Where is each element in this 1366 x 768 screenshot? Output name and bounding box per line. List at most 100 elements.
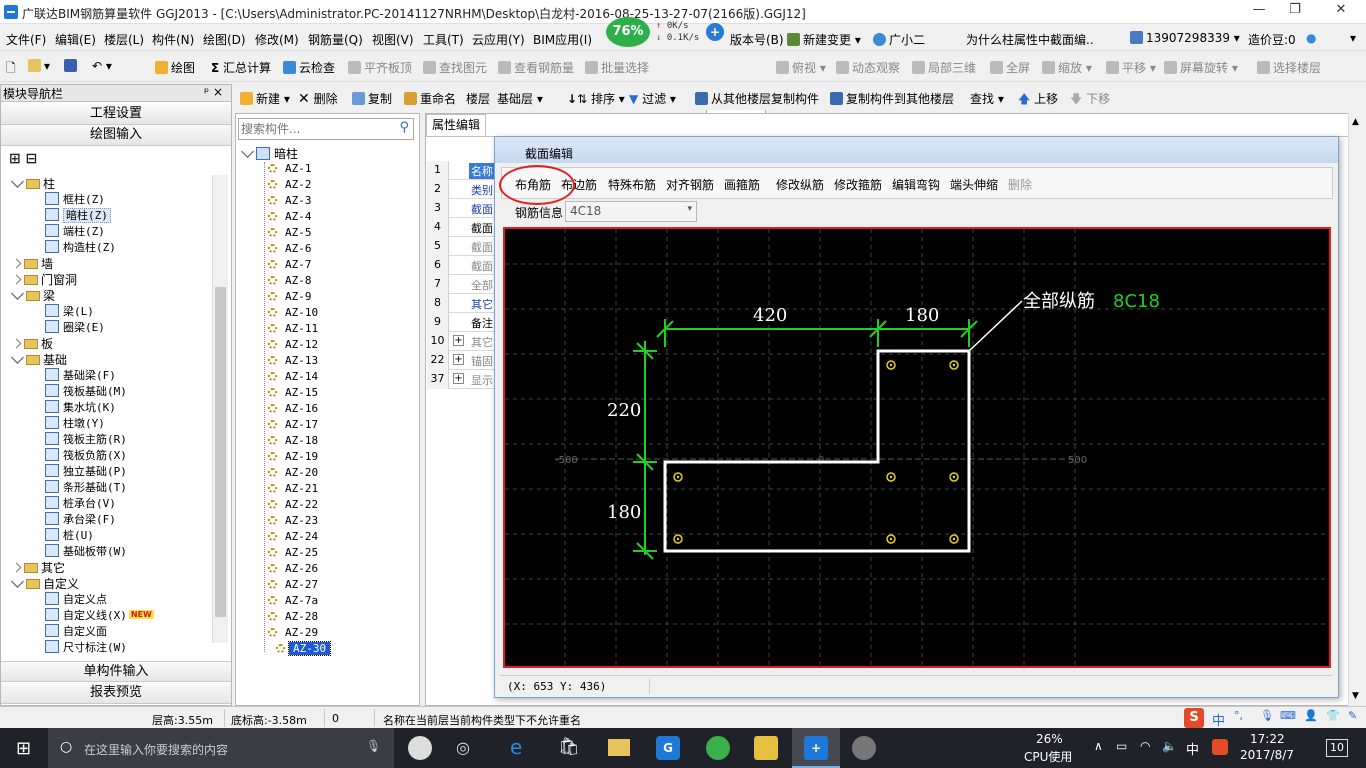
new-change-menu[interactable]: 新建变更 ▾ xyxy=(787,31,861,48)
property-row[interactable]: 9 备注 xyxy=(427,313,497,332)
component-list-item[interactable]: AZ-5 xyxy=(268,226,312,239)
coins-balance[interactable]: 造价豆:0 xyxy=(1248,31,1296,48)
rotate-screen-button[interactable]: 屏幕旋转 ▾ xyxy=(1164,59,1238,76)
collapse-arrow-icon[interactable] xyxy=(11,338,22,349)
menu-component[interactable]: 构件(N) xyxy=(152,31,194,48)
user-phone[interactable]: 13907298339 ▾ xyxy=(1130,31,1240,45)
store-icon[interactable]: 🛍 xyxy=(558,737,580,757)
property-tab[interactable]: 属性编辑 xyxy=(426,114,486,136)
copy-from-floor-button[interactable]: 从其他楼层复制构件 xyxy=(695,90,819,107)
component-list-item[interactable]: AZ-26 xyxy=(268,562,318,575)
expand-plus-icon[interactable]: + xyxy=(453,354,464,365)
component-list-item[interactable]: AZ-30 xyxy=(276,641,332,656)
sum-calc-button[interactable]: Σ 汇总计算 xyxy=(211,59,271,76)
photo-app-icon[interactable] xyxy=(852,736,876,760)
menu-cloud[interactable]: 云应用(Y) xyxy=(472,31,525,48)
tray-expand-icon[interactable]: ∧ xyxy=(1094,739,1103,753)
component-list-item[interactable]: AZ-16 xyxy=(268,402,318,415)
nav-item[interactable]: 桩承台(V) xyxy=(45,495,116,511)
local-3d-button[interactable]: 局部三维 xyxy=(912,59,976,76)
nav-folder[interactable]: 基础 xyxy=(11,351,67,368)
fullscreen-button[interactable]: 全屏 xyxy=(990,59,1030,76)
pinwheel-app-icon[interactable] xyxy=(408,736,432,760)
move-down-button[interactable]: 🡇 下移 xyxy=(1070,90,1110,111)
project-settings-button[interactable]: 工程设置 xyxy=(1,104,231,125)
component-list-item[interactable]: AZ-17 xyxy=(268,418,318,431)
edge-browser-icon[interactable]: e xyxy=(510,735,522,759)
filter-button[interactable]: ▼ 过滤 ▾ xyxy=(629,90,676,107)
menu-edit[interactable]: 编辑(E) xyxy=(55,31,96,48)
draw-button[interactable]: 绘图 xyxy=(155,59,195,76)
expand-arrow-icon[interactable] xyxy=(11,287,24,300)
nav-item[interactable]: 端柱(Z) xyxy=(45,223,105,239)
zoom-button[interactable]: 缩放 ▾ xyxy=(1042,59,1092,76)
menu-file[interactable]: 文件(F) xyxy=(6,31,46,48)
top-view-button[interactable]: 俯视 ▾ xyxy=(776,59,826,76)
component-list-item[interactable]: AZ-20 xyxy=(268,466,318,479)
nav-item[interactable]: 尺寸标注(W) xyxy=(45,639,127,655)
main-vertical-scrollbar[interactable]: ▲ ▼ xyxy=(1348,113,1365,706)
component-list-item[interactable]: AZ-9 xyxy=(268,290,312,303)
menu-version[interactable]: 版本号(B) xyxy=(730,31,784,48)
align-rebar-button[interactable]: 对齐钢筋 xyxy=(666,176,714,193)
menu-view[interactable]: 视图(V) xyxy=(372,31,414,48)
component-list-item[interactable]: AZ-21 xyxy=(268,482,318,495)
file-explorer-icon[interactable] xyxy=(608,739,630,756)
special-rebar-button[interactable]: 特殊布筋 xyxy=(608,176,656,193)
menu-draw[interactable]: 绘图(D) xyxy=(203,31,246,48)
nav-item[interactable]: 独立基础(P) xyxy=(45,463,127,479)
search-icon[interactable]: ⚲ xyxy=(399,120,409,135)
delete-button[interactable]: ✕ 删除 xyxy=(298,90,338,107)
tray-ime-mode[interactable]: 中 xyxy=(1186,739,1199,758)
component-list-item[interactable]: AZ-4 xyxy=(268,210,312,223)
ime-user-icon[interactable]: 👤 xyxy=(1304,709,1318,722)
find-button[interactable]: 查找 ▾ xyxy=(970,90,1004,107)
cloud-check-button[interactable]: 云检查 xyxy=(283,59,335,76)
notification-center-icon[interactable]: 10 xyxy=(1326,739,1348,757)
component-list-item[interactable]: AZ-10 xyxy=(268,306,318,319)
component-list-item[interactable]: AZ-27 xyxy=(268,578,318,591)
find-element-button[interactable]: 查找图元 xyxy=(423,59,487,76)
component-list-item[interactable]: AZ-6 xyxy=(268,242,312,255)
expand-plus-icon[interactable]: + xyxy=(453,373,464,384)
nav-item[interactable]: 集水坑(K) xyxy=(45,399,116,415)
search-component-input[interactable] xyxy=(241,120,391,138)
component-list-item[interactable]: AZ-19 xyxy=(268,450,318,463)
expand-arrow-icon[interactable] xyxy=(11,351,24,364)
nav-folder[interactable]: 其它 xyxy=(11,559,65,576)
property-row[interactable]: 6 截面 xyxy=(427,256,497,275)
property-row[interactable]: 7 全部 xyxy=(427,275,497,294)
component-list-item[interactable]: AZ-25 xyxy=(268,546,318,559)
mic-icon[interactable]: 🎙 xyxy=(366,739,381,753)
component-list-item[interactable]: AZ-3 xyxy=(268,194,312,207)
nav-folder[interactable]: 板 xyxy=(11,335,53,352)
help-hint-link[interactable]: 为什么柱属性中截面编.. xyxy=(966,31,1094,48)
nav-item[interactable]: 梁(L) xyxy=(45,303,94,319)
batch-select-button[interactable]: 批量选择 xyxy=(585,59,649,76)
nav-item[interactable]: 暗柱(Z) xyxy=(45,207,111,223)
component-list-item[interactable]: AZ-11 xyxy=(268,322,318,335)
360-app-icon[interactable] xyxy=(706,736,730,760)
component-list-item[interactable]: AZ-7 xyxy=(268,258,312,271)
delete-rebar-button[interactable]: 删除 xyxy=(1008,176,1032,193)
property-row[interactable]: 37 + 显示 xyxy=(427,370,497,389)
property-row[interactable]: 8 其它 xyxy=(427,294,497,313)
component-list-item[interactable]: AZ-12 xyxy=(268,338,318,351)
tray-sogou-icon[interactable] xyxy=(1212,739,1228,755)
edit-hook-button[interactable]: 编辑弯钩 xyxy=(892,176,940,193)
move-up-button[interactable]: 🡅 上移 xyxy=(1018,90,1058,111)
restore-button[interactable]: ❐ xyxy=(1280,2,1310,22)
property-row[interactable]: 5 截面 xyxy=(427,237,497,256)
component-list-item[interactable]: AZ-22 xyxy=(268,498,318,511)
nav-item[interactable]: 框柱(Z) xyxy=(45,191,105,207)
menu-floor[interactable]: 楼层(L) xyxy=(104,31,144,48)
nav-item[interactable]: 筏板基础(M) xyxy=(45,383,127,399)
minimize-button[interactable]: — xyxy=(1244,2,1274,22)
menu-expand-icon[interactable]: ▾ xyxy=(1350,31,1356,45)
nav-item[interactable]: 构造柱(Z) xyxy=(45,239,116,255)
nav-folder[interactable]: 自定义 xyxy=(11,575,79,592)
nav-item[interactable]: 柱墩(Y) xyxy=(45,415,105,431)
nav-item[interactable]: 筏板负筋(X) xyxy=(45,447,127,463)
rebar-info-select[interactable]: 4C18 ▾ xyxy=(565,201,697,222)
end-stretch-button[interactable]: 端头伸缩 xyxy=(950,176,998,193)
